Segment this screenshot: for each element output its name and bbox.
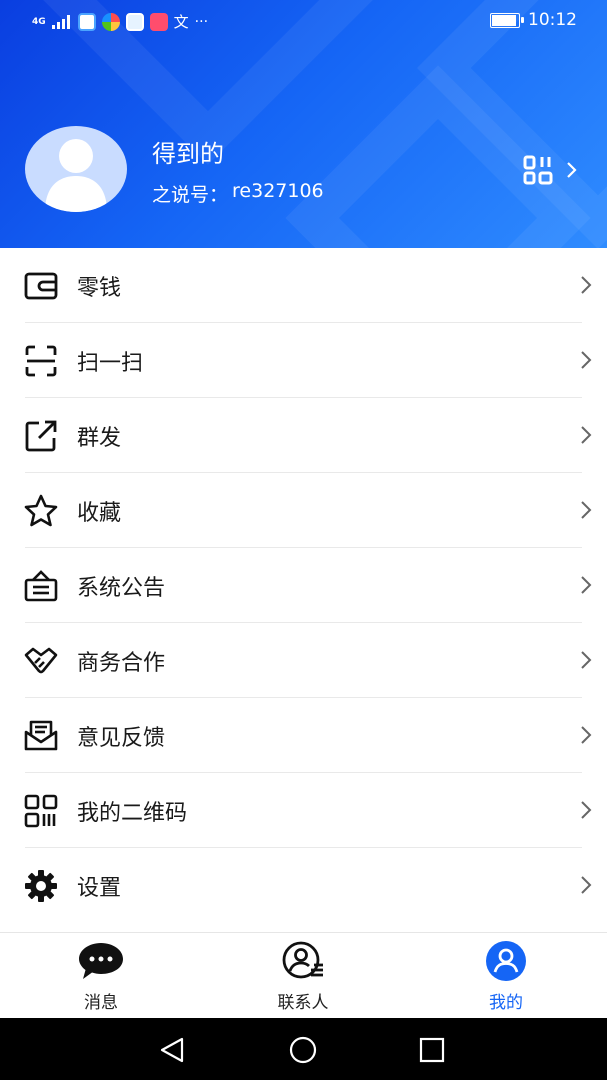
menu-item-feedback[interactable]: 意见反馈	[0, 698, 607, 773]
mail-app-icon	[125, 12, 144, 31]
menu-item-favorites[interactable]: 收藏	[0, 473, 607, 548]
signal-icon	[51, 14, 70, 29]
bottom-tab-bar: 消息 联系人 我的	[0, 932, 607, 1019]
tab-messages[interactable]: 消息	[41, 933, 161, 1019]
menu-item-broadcast[interactable]: 群发	[0, 398, 607, 473]
pinwheel-icon	[101, 12, 120, 31]
status-time: 10:12	[528, 10, 577, 30]
user-profile-icon	[486, 941, 526, 981]
profile-name: 得到的	[152, 140, 224, 168]
tab-label: 联系人	[277, 993, 329, 1013]
status-bar: 4G 文 ··· 10:12	[0, 0, 607, 42]
chevron-right-icon	[581, 726, 592, 744]
menu-item-announcements[interactable]: 系统公告	[0, 548, 607, 623]
text-app-icon: 文	[173, 13, 189, 31]
menu-item-my-qr-code[interactable]: 我的二维码	[0, 773, 607, 848]
network-label: 4G	[32, 16, 46, 27]
more-dots-icon: ···	[194, 13, 209, 30]
scan-icon	[25, 345, 57, 377]
my-qr-shortcut-button[interactable]	[522, 150, 592, 190]
menu-item-settings[interactable]: 设置	[0, 848, 607, 923]
menu-item-business[interactable]: 商务合作	[0, 623, 607, 698]
tab-me[interactable]: 我的	[446, 933, 566, 1019]
profile-id-value: re327106	[232, 180, 324, 202]
chevron-right-icon	[567, 162, 577, 178]
avatar[interactable]	[25, 126, 127, 212]
qr-code-icon	[523, 155, 553, 185]
chevron-right-icon	[581, 876, 592, 894]
battery-icon	[490, 12, 524, 28]
menu-list: 零钱 扫一扫 群发 收藏 系统公告 商务合作 意见反馈 我的二维码 设置	[0, 248, 607, 923]
menu-item-label: 意见反馈	[77, 726, 166, 751]
menu-item-label: 系统公告	[77, 576, 166, 601]
back-icon[interactable]	[158, 1036, 186, 1064]
share-out-icon	[25, 420, 57, 452]
tab-label: 消息	[84, 993, 118, 1013]
profile-id: 之说号： re327106	[152, 180, 324, 207]
menu-item-wallet[interactable]: 零钱	[0, 248, 607, 323]
browser-icon	[77, 12, 96, 31]
chevron-right-icon	[581, 576, 592, 594]
gear-icon	[25, 870, 57, 902]
menu-item-label: 群发	[77, 426, 122, 451]
tab-label: 我的	[489, 993, 523, 1013]
home-icon[interactable]	[288, 1036, 318, 1064]
chevron-right-icon	[581, 651, 592, 669]
menu-item-label: 我的二维码	[77, 801, 188, 826]
system-nav-bar	[0, 1018, 607, 1080]
menu-item-label: 扫一扫	[77, 351, 144, 376]
default-avatar-icon	[45, 139, 107, 212]
contacts-icon	[282, 941, 323, 979]
recents-icon[interactable]	[419, 1036, 445, 1064]
menu-item-label: 商务合作	[77, 651, 166, 676]
handshake-icon	[24, 647, 58, 674]
tab-contacts[interactable]: 联系人	[243, 933, 363, 1019]
menu-item-scan[interactable]: 扫一扫	[0, 323, 607, 398]
feedback-envelope-icon	[24, 720, 58, 751]
menu-item-label: 设置	[77, 876, 122, 901]
chevron-right-icon	[581, 501, 592, 519]
chevron-right-icon	[581, 351, 592, 369]
menu-item-label: 收藏	[77, 501, 122, 526]
menu-item-label: 零钱	[77, 276, 122, 301]
star-icon	[24, 494, 58, 527]
profile-id-label: 之说号：	[152, 184, 229, 206]
chevron-right-icon	[581, 426, 592, 444]
profile-header: 4G 文 ··· 10:12 得到的 之说号： re327106	[0, 0, 607, 248]
chat-bubble-icon	[79, 943, 123, 979]
wallet-icon	[24, 272, 58, 300]
chevron-right-icon	[581, 276, 592, 294]
notice-board-icon	[24, 570, 58, 602]
qr-code-icon	[24, 794, 58, 828]
chevron-right-icon	[581, 801, 592, 819]
book-app-icon	[149, 12, 168, 31]
